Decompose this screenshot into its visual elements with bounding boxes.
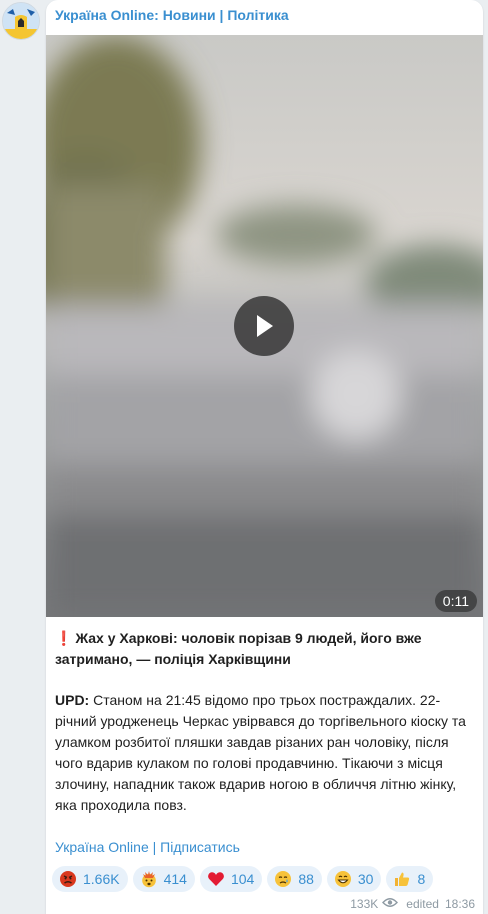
angry-face-icon (58, 869, 78, 889)
play-icon (257, 315, 273, 337)
eye-icon (382, 897, 399, 911)
message-time: 18:36 (444, 897, 475, 911)
reaction-heart[interactable]: 104 (199, 866, 263, 892)
channel-avatar[interactable] (2, 2, 40, 40)
video-duration: 0:11 (434, 590, 477, 612)
reactions-bar: 1.66K 414 104 88 30 8 (52, 866, 434, 892)
view-count: 133K (350, 897, 379, 911)
subscribe-link[interactable]: Україна Online | Підписатись (55, 839, 240, 855)
exploding-head-icon (139, 869, 159, 889)
reaction-count: 414 (163, 871, 187, 887)
video-player[interactable]: 0:11 (46, 35, 483, 617)
reaction-angry[interactable]: 1.66K (52, 866, 128, 892)
reaction-count: 1.66K (83, 871, 120, 887)
post-body: UPD: Станом на 21:45 відомо про трьох по… (55, 690, 471, 816)
heart-icon (206, 869, 226, 889)
thumbs-up-icon (392, 869, 412, 889)
post-headline: ❗ Жах у Харкові: чоловік порізав 9 людей,… (55, 628, 471, 670)
reaction-thumbs-up[interactable]: 8 (386, 866, 434, 892)
headline-text: Жах у Харкові: чоловік порізав 9 людей, … (55, 630, 422, 667)
grinning-face-icon (333, 869, 353, 889)
reaction-count: 8 (417, 871, 426, 887)
crying-face-icon (273, 869, 293, 889)
message-card: Україна Online: Новини | Політика 0:11 ❗… (46, 0, 483, 914)
avatar-image (3, 3, 39, 39)
reaction-exploding-head[interactable]: 414 (132, 866, 195, 892)
edited-label: edited (406, 897, 439, 911)
play-button[interactable] (234, 296, 294, 356)
reaction-count: 30 (357, 871, 374, 887)
reaction-count: 88 (298, 871, 314, 887)
body-text: Станом на 21:45 відомо про трьох постраж… (55, 692, 466, 813)
reaction-count: 104 (230, 871, 255, 887)
upd-label: UPD: (55, 692, 90, 708)
message-meta: 133K edited 18:36 (350, 897, 475, 911)
reaction-grinning[interactable]: 30 (326, 866, 382, 892)
exclamation-icon: ❗ (55, 630, 73, 646)
channel-title[interactable]: Україна Online: Новини | Політика (55, 7, 289, 23)
reaction-crying[interactable]: 88 (267, 866, 322, 892)
